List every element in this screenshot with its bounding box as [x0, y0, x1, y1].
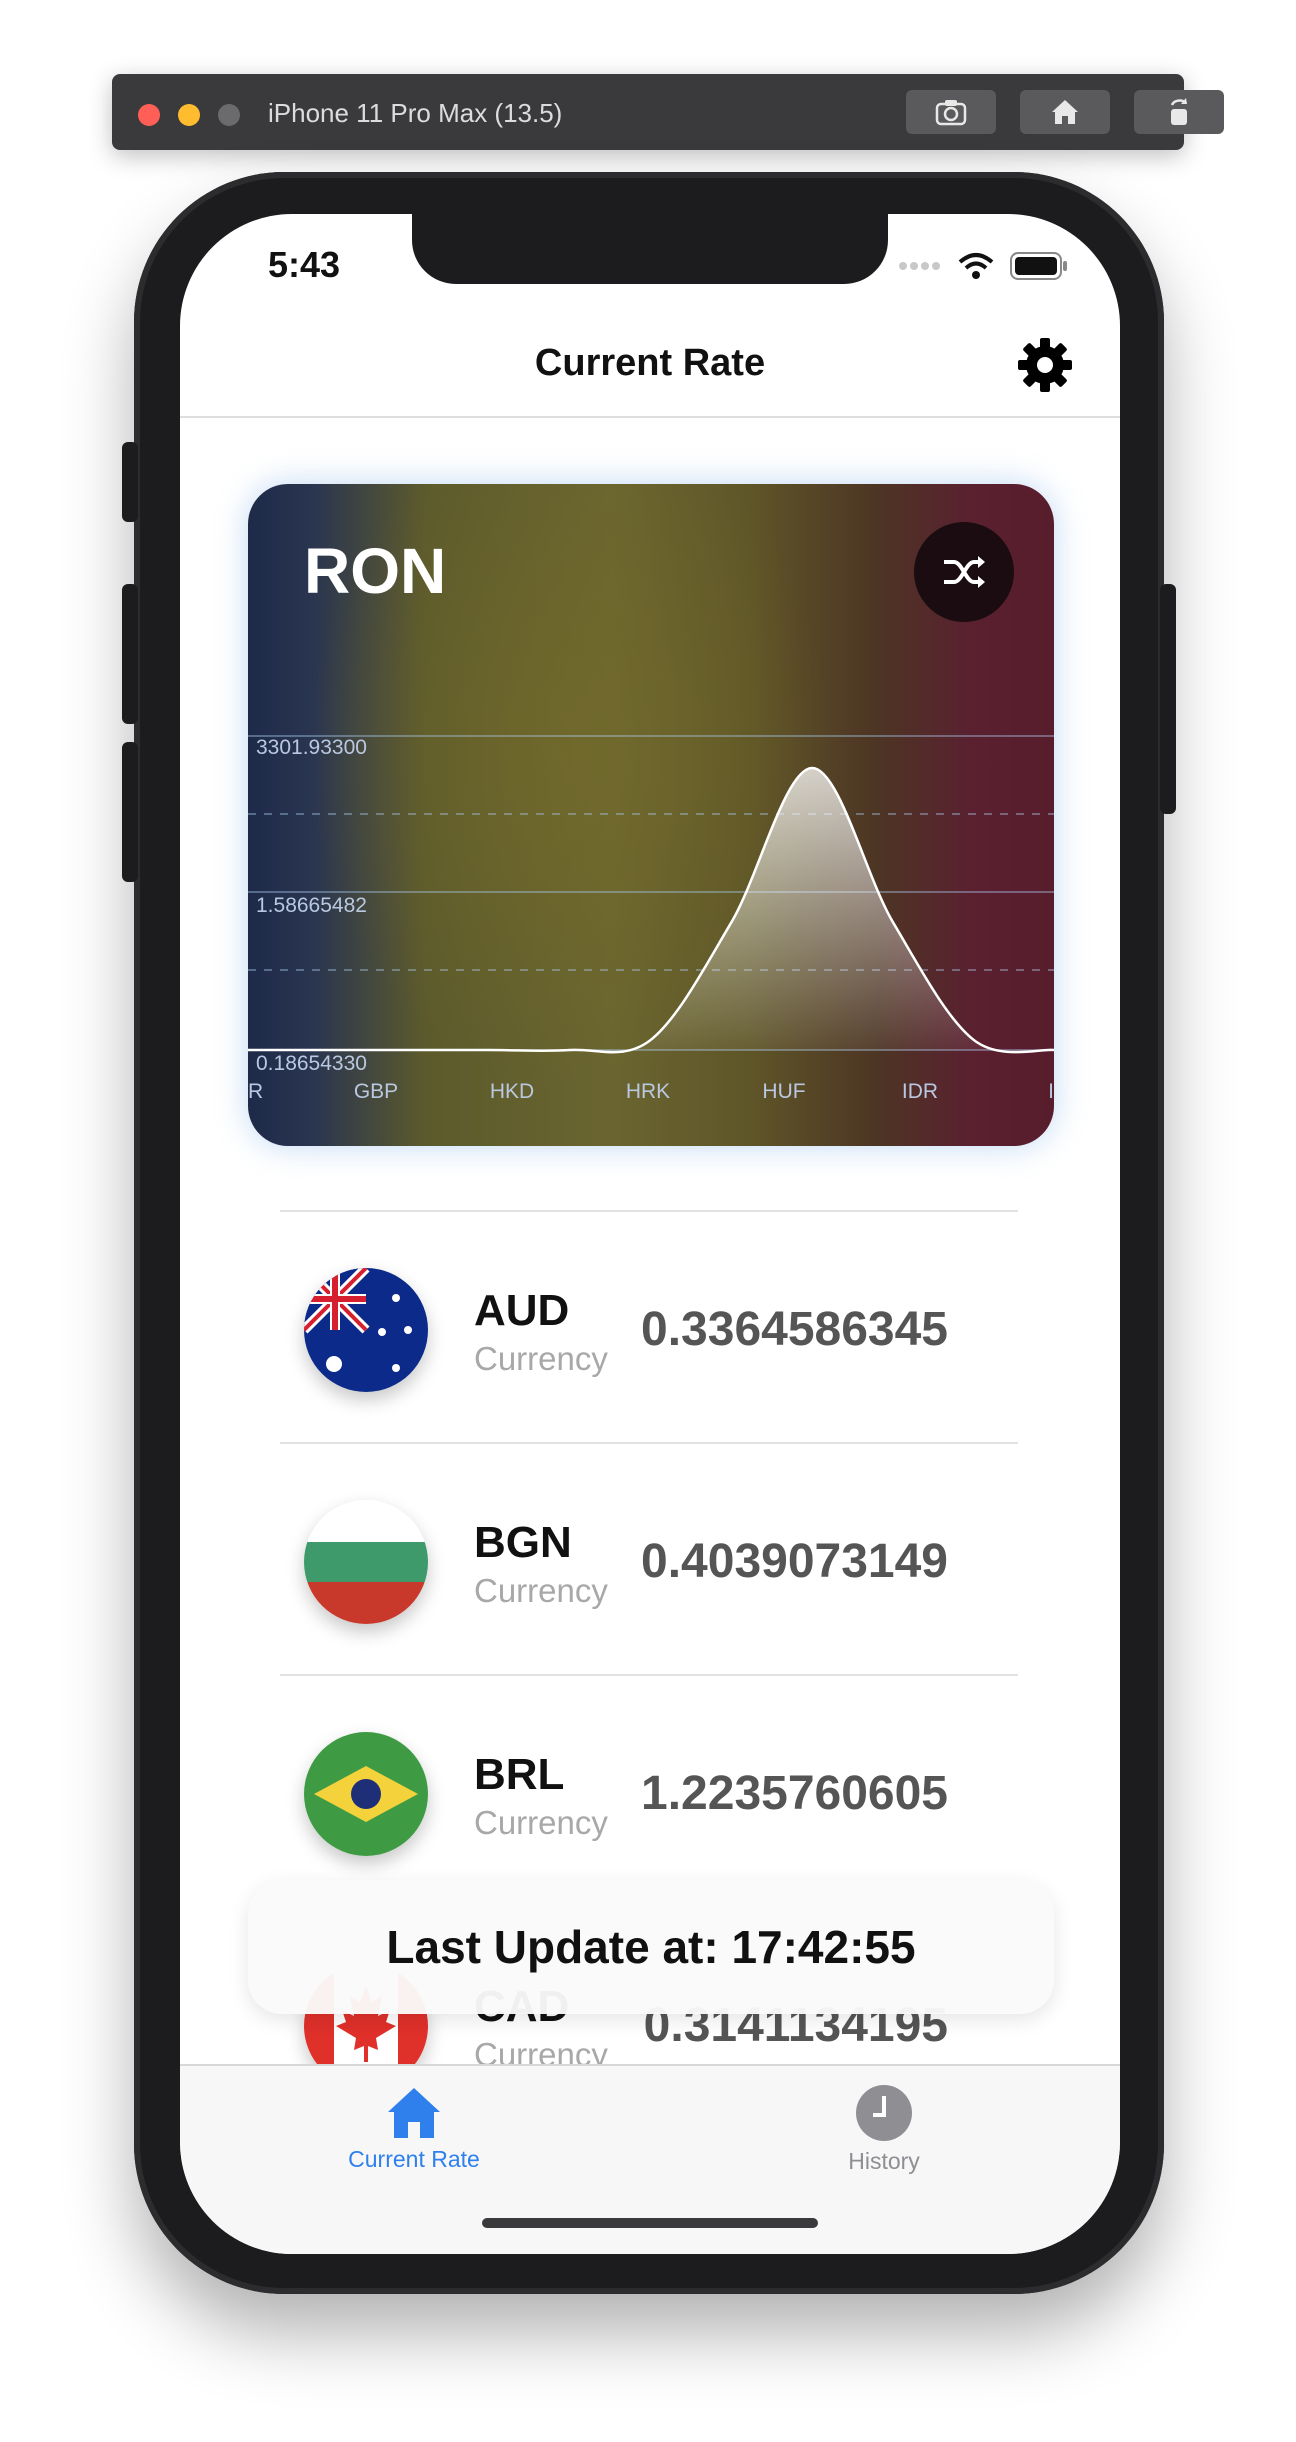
currency-row-bgn[interactable]: BGN Currency 0.4039073149 [180, 1444, 1120, 1676]
notch [412, 214, 888, 284]
tab-label: Current Rate [348, 2146, 480, 2172]
gear-icon[interactable] [1016, 336, 1074, 394]
rate-chart-card[interactable]: 3301.93300 1.58665482 0.18654330 R GBP HKD HRK… [248, 484, 1054, 1146]
volume-up-button [122, 584, 138, 724]
simulator-titlebar: iPhone 11 Pro Max (13.5) [112, 74, 1224, 150]
chart-x-tick-label: HKD [490, 1080, 534, 1103]
currency-code: AUD [474, 1286, 570, 1335]
camera-icon [935, 100, 967, 126]
status-time: 5:43 [268, 244, 341, 285]
chart-x-tick-label: GBP [354, 1080, 398, 1103]
close-window-button[interactable] [138, 104, 160, 126]
bulgaria-flag-icon [304, 1500, 428, 1624]
shuffle-icon [944, 556, 985, 588]
nav-divider [180, 416, 1120, 418]
chart-y-tick-label: 1.58665482 [256, 894, 367, 917]
currency-subtitle: Currency [474, 1340, 608, 1377]
currency-subtitle: Currency [474, 1572, 608, 1609]
currency-code: BGN [474, 1518, 572, 1567]
zoom-window-button[interactable] [218, 104, 240, 126]
window-title: iPhone 11 Pro Max (13.5) [268, 98, 563, 128]
status-icons [898, 252, 1068, 280]
australia-flag-icon [304, 1268, 428, 1392]
chart-x-tick-label: HUF [762, 1080, 805, 1103]
page-title: Current Rate [534, 342, 766, 384]
tab-label: History [848, 2148, 920, 2174]
tab-current-rate[interactable]: Current Rate [314, 2084, 514, 2173]
currency-row-aud[interactable]: AUD Currency 0.3364586345 [180, 1212, 1120, 1444]
chart-x-tick-label: IDR [902, 1080, 938, 1103]
currency-subtitle: Currency [474, 1804, 608, 1841]
currency-rate: 0.4039073149 [641, 1535, 948, 1588]
tab-history[interactable]: History [784, 2084, 984, 2175]
clock-icon [856, 2085, 912, 2141]
minimize-window-button[interactable] [178, 104, 200, 126]
last-update-toast: Last Update at: 17:42:55 [248, 1880, 1054, 2014]
currency-rate: 1.2235760605 [641, 1767, 948, 1820]
home-indicator [482, 2218, 818, 2228]
chart-area-fill [248, 768, 1054, 1053]
chart-x-tick-label: R [248, 1080, 263, 1103]
screenshot-button[interactable] [906, 90, 996, 134]
power-button [1160, 584, 1176, 814]
volume-down-button [122, 742, 138, 882]
chart-x-tick-label: HRK [626, 1080, 670, 1103]
cellular-signal-icon [899, 262, 940, 270]
home-icon [1052, 100, 1078, 124]
rotate-icon [1170, 98, 1187, 125]
chart-x-tick-label: I [1048, 1080, 1054, 1103]
phone-screen: 5:43 Current Rate 3301.93300 1.58665482 … [180, 214, 1120, 2254]
chart-y-tick-label: 0.18654330 [256, 1052, 367, 1075]
battery-icon [1010, 252, 1067, 280]
currency-row-brl[interactable]: BRL Currency 1.2235760605 [180, 1676, 1120, 1908]
chart-y-tick-label: 3301.93300 [256, 736, 367, 759]
house-icon [388, 2088, 440, 2138]
rotate-button[interactable] [1134, 90, 1224, 134]
mute-switch [122, 442, 138, 522]
currency-rate: 0.3364586345 [641, 1303, 948, 1356]
base-currency-label: RON [304, 535, 447, 607]
shuffle-button[interactable] [914, 522, 1014, 622]
brazil-flag-icon [304, 1732, 428, 1856]
home-button[interactable] [1020, 90, 1110, 134]
wifi-icon [958, 253, 994, 279]
currency-code: BRL [474, 1750, 565, 1799]
